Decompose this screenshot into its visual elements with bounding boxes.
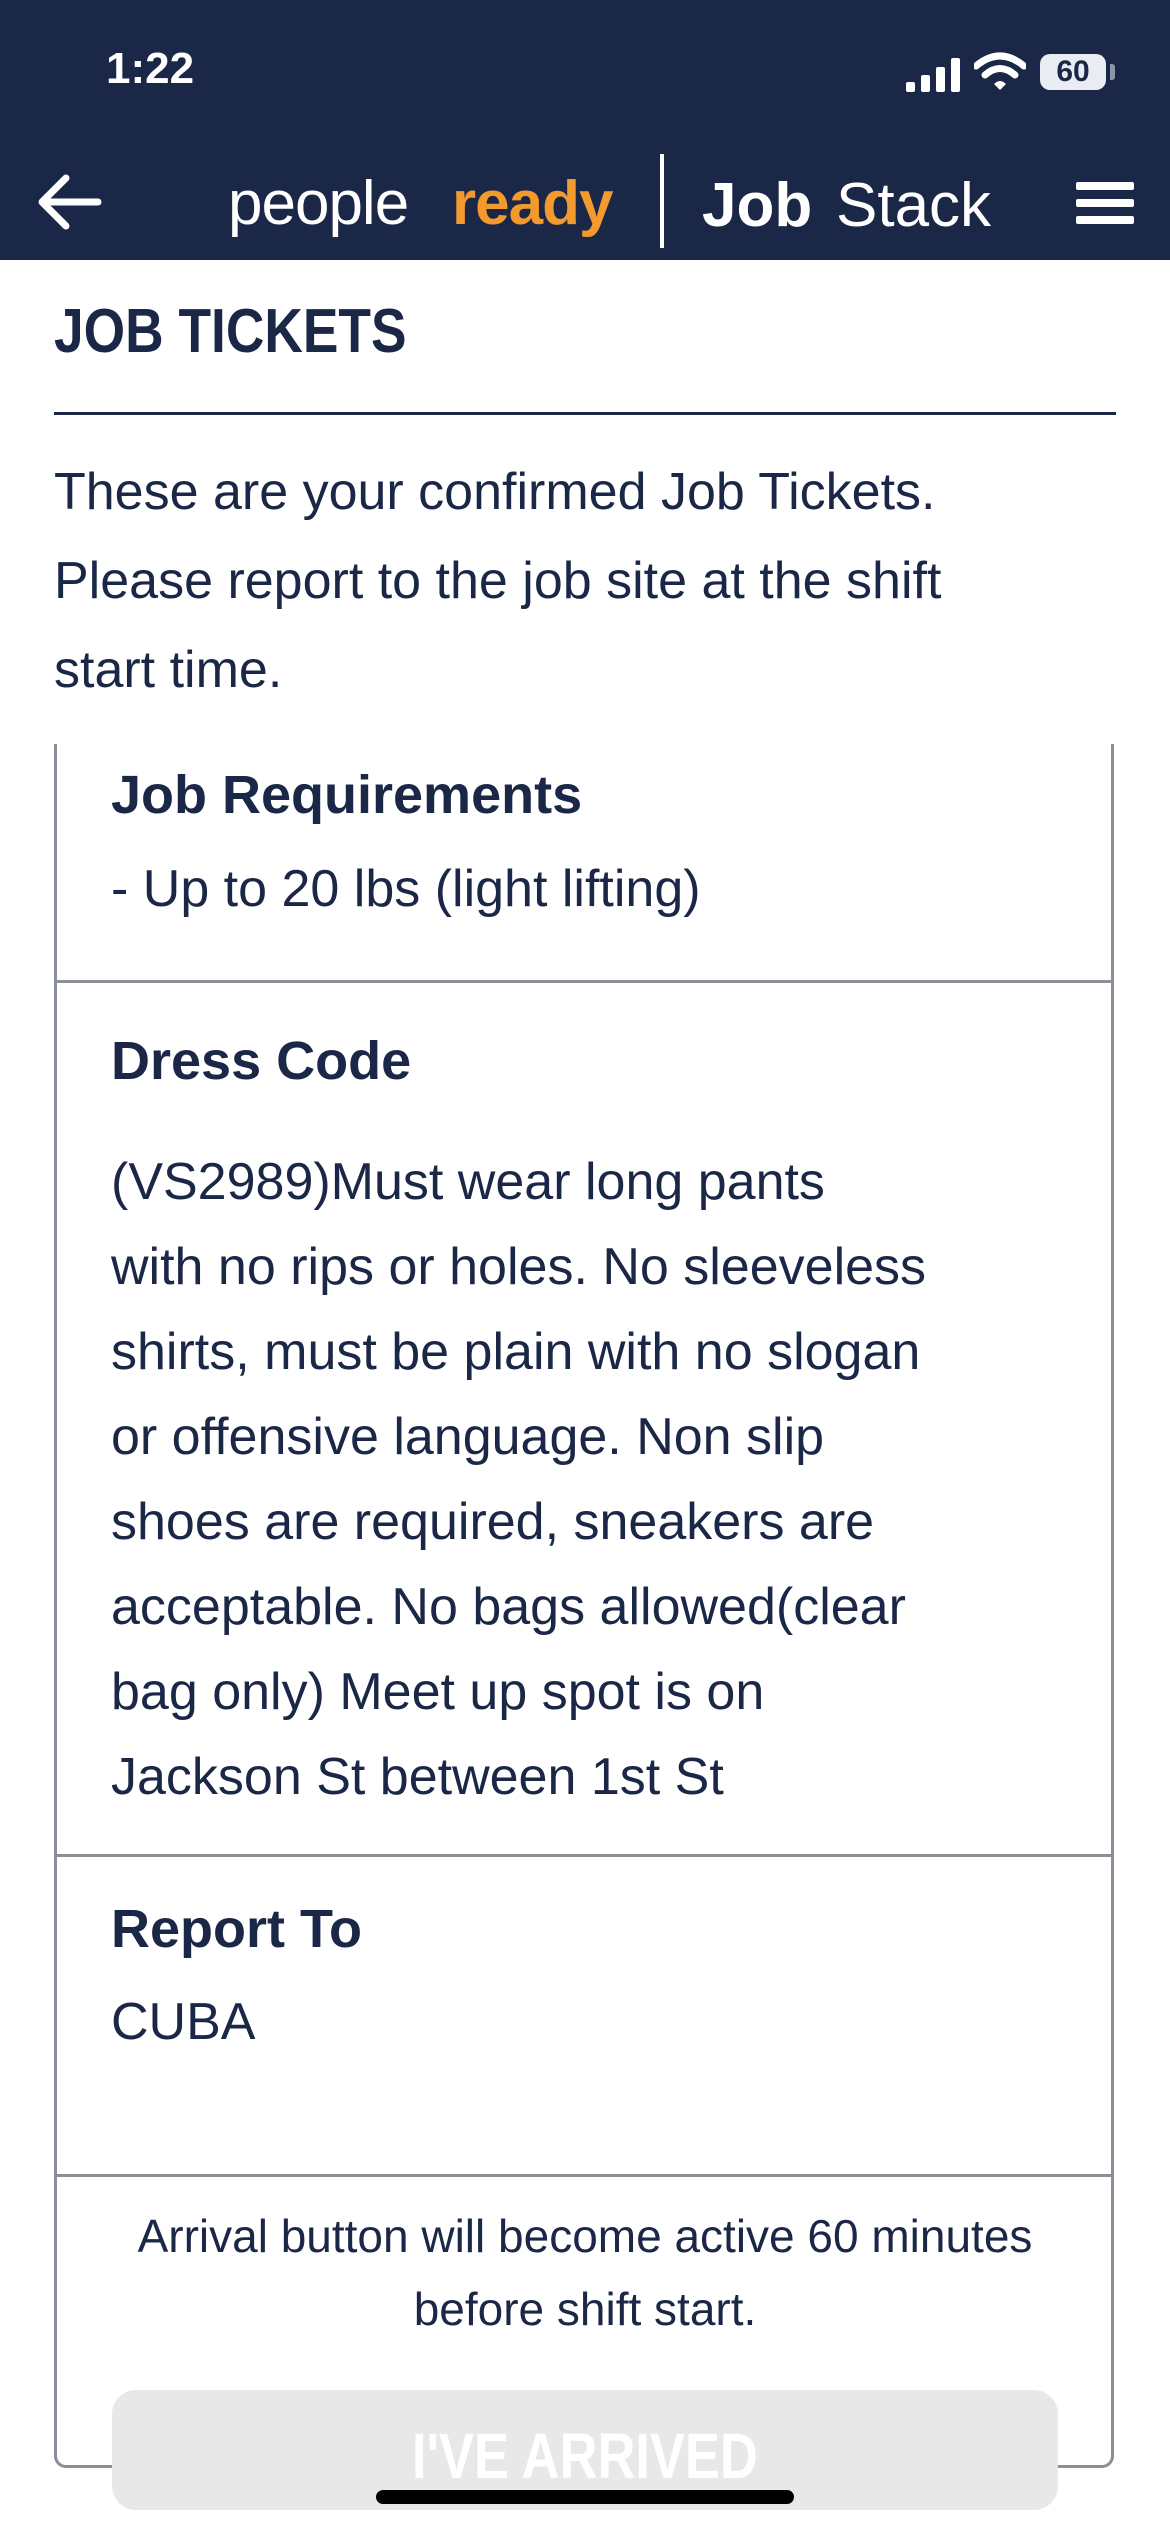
dress-code-line: shoes are required, sneakers are	[111, 1493, 875, 1551]
page-title: JOB TICKETS	[54, 297, 407, 366]
section-divider	[57, 2174, 1111, 2177]
intro-text: These are your confirmed Job Tickets. Pl…	[54, 448, 1114, 715]
logo-stack-text: Stack	[836, 171, 992, 240]
dress-code-line: (VS2989)Must wear long pants	[111, 1153, 825, 1211]
arrival-note-line: before shift start.	[413, 2283, 757, 2335]
dress-code-heading: Dress Code	[111, 1031, 412, 1091]
arrival-note: Arrival button will become active 60 min…	[30, 2200, 1140, 2346]
report-to-heading: Report To	[111, 1899, 362, 1959]
dress-code-line: shirts, must be plain with no slogan	[111, 1323, 921, 1381]
cellular-signal-icon	[906, 58, 960, 92]
back-arrow-icon[interactable]	[36, 170, 104, 234]
dress-code-line: bag only) Meet up spot is on	[111, 1663, 765, 1721]
intro-line: Please report to the job site at the shi…	[54, 552, 942, 610]
dress-code-text: (VS2989)Must wear long pants with no rip…	[111, 1140, 1071, 1820]
title-divider	[54, 412, 1116, 415]
battery-icon: 60	[1040, 54, 1106, 90]
report-to-value: CUBA	[111, 1993, 256, 2051]
job-requirements-value: - Up to 20 lbs (light lifting)	[111, 860, 701, 918]
wifi-icon	[974, 52, 1026, 90]
arrival-note-line: Arrival button will become active 60 min…	[137, 2210, 1033, 2262]
logo-ready-text: ready	[452, 169, 613, 238]
logo-divider	[660, 154, 664, 248]
job-requirements-heading: Job Requirements	[111, 765, 583, 825]
dress-code-line: or offensive language. Non slip	[111, 1408, 825, 1466]
app-header: 1:22 60 people ready Job Stack	[0, 0, 1170, 260]
logo-people-text: people	[228, 169, 409, 238]
logo-job-text: Job	[702, 171, 813, 240]
status-time: 1:22	[106, 44, 195, 93]
dress-code-line: with no rips or holes. No sleeveless	[111, 1238, 927, 1296]
dress-code-line: acceptable. No bags allowed(clear	[111, 1578, 906, 1636]
battery-tip	[1110, 64, 1115, 80]
home-indicator	[376, 2490, 794, 2504]
hamburger-menu-icon[interactable]	[1076, 182, 1134, 232]
dress-code-line: Jackson St between 1st St	[111, 1748, 724, 1806]
intro-line: These are your confirmed Job Tickets.	[54, 463, 936, 521]
section-divider	[57, 980, 1111, 983]
intro-line: start time.	[54, 641, 283, 699]
section-divider	[57, 1854, 1111, 1857]
